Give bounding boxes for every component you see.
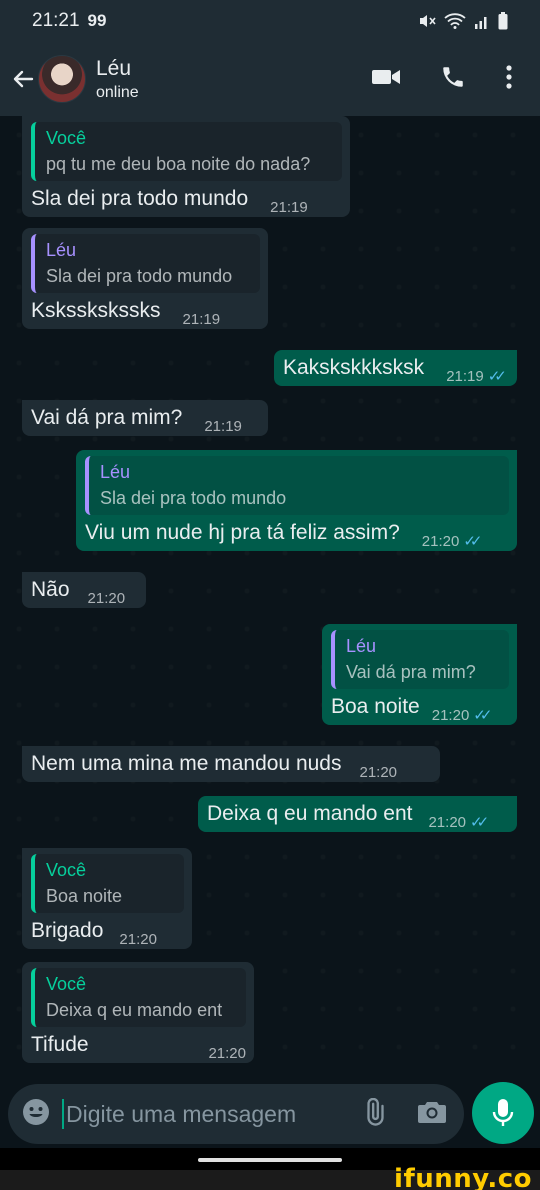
mic-button[interactable] <box>472 1082 534 1144</box>
battery-icon <box>498 12 508 30</box>
back-arrow-icon <box>13 70 34 88</box>
back-button[interactable] <box>10 66 36 92</box>
signal-icon <box>475 17 487 29</box>
message-time: 21:20 <box>208 1045 246 1062</box>
message-time: 21:19 <box>182 311 221 328</box>
phone-icon <box>443 66 463 87</box>
read-ticks-icon: ✓✓ <box>463 533 482 550</box>
quote-text: Boa noite <box>46 886 123 906</box>
contact-avatar[interactable] <box>38 55 86 103</box>
chat-messages[interactable]: Você pq tu me deu boa noite do nada? Sla… <box>0 116 540 1082</box>
quoted-message[interactable]: Léu Sla dei pra todo mundo <box>31 234 260 293</box>
voice-call-button[interactable] <box>440 64 466 95</box>
quote-author: Léu <box>100 462 131 482</box>
attach-button[interactable] <box>360 1097 388 1131</box>
chat-header: Léu online <box>0 42 540 116</box>
status-carrier-badge: 99 <box>87 11 107 30</box>
quoted-message[interactable]: Léu Vai dá pra mim? <box>331 630 509 689</box>
message-text: Sla dei pra todo mundo <box>31 187 249 210</box>
menu-dots-icon <box>506 64 512 89</box>
message-text: Deixa q eu mando ent <box>207 802 413 825</box>
message-bubble-incoming[interactable]: Nem uma mina me mandou nuds 21:20 <box>22 746 440 782</box>
menu-button[interactable] <box>506 64 512 94</box>
message-time: 21:19 <box>446 367 484 385</box>
quote-text: Sla dei pra todo mundo <box>100 488 287 508</box>
quote-author: Você <box>46 128 87 148</box>
message-input[interactable]: Digite uma mensagem <box>8 1084 464 1144</box>
read-ticks-icon: ✓✓ <box>473 707 492 724</box>
message-bubble-outgoing[interactable]: Kakskskkksksk 21:19 ✓✓ <box>274 350 517 386</box>
contact-status: online <box>96 83 139 101</box>
emoji-icon <box>23 1098 49 1125</box>
contact-name: Léu <box>96 56 132 80</box>
quoted-message[interactable]: Você Boa noite <box>31 854 184 913</box>
quoted-message[interactable]: Você Deixa q eu mando ent <box>31 968 246 1027</box>
message-time: 21:20 <box>431 706 470 724</box>
watermark: ifunny.co <box>394 1164 532 1190</box>
status-time: 21:21 <box>32 10 80 31</box>
message-bubble-outgoing[interactable]: Léu Vai dá pra mim? Boa noite 21:20 ✓✓ <box>322 624 517 725</box>
message-bubble-incoming[interactable]: Você Deixa q eu mando ent Tifude 21:20 <box>22 962 254 1063</box>
quoted-message[interactable]: Você pq tu me deu boa noite do nada? <box>31 122 342 181</box>
mic-icon <box>492 1099 514 1126</box>
wifi-icon <box>444 13 466 29</box>
message-bubble-incoming[interactable]: Não 21:20 <box>22 572 146 608</box>
message-text: Ksksskskssks <box>31 299 161 322</box>
message-bubble-incoming[interactable]: Você Boa noite Brigado 21:20 <box>22 848 192 949</box>
quote-author: Você <box>46 860 87 880</box>
message-text: Tifude <box>31 1033 89 1056</box>
status-bar: 21:21 99 <box>0 0 540 42</box>
message-text: Vai dá pra mim? <box>31 406 183 429</box>
quote-text: pq tu me deu boa noite do nada? <box>46 154 311 174</box>
message-time: 21:20 <box>119 931 157 948</box>
contact-info[interactable]: Léu online <box>96 57 139 102</box>
composer: Digite uma mensagem <box>0 1082 540 1148</box>
read-ticks-icon: ✓✓ <box>487 368 507 385</box>
quote-author: Léu <box>346 636 377 656</box>
video-call-button[interactable] <box>372 68 400 91</box>
quote-author: Léu <box>46 240 77 260</box>
camera-icon <box>418 1101 446 1123</box>
quote-text: Sla dei pra todo mundo <box>46 266 233 286</box>
message-bubble-incoming[interactable]: Léu Sla dei pra todo mundo Ksksskskssks … <box>22 228 268 329</box>
quoted-message[interactable]: Léu Sla dei pra todo mundo <box>85 456 509 515</box>
status-icons <box>418 12 508 30</box>
video-call-icon <box>372 69 400 84</box>
message-bubble-incoming[interactable]: Você pq tu me deu boa noite do nada? Sla… <box>22 116 350 217</box>
message-text: Boa noite <box>331 695 420 718</box>
message-time: 21:19 <box>204 418 242 435</box>
message-time: 21:20 <box>87 590 126 607</box>
quote-text: Vai dá pra mim? <box>346 662 476 682</box>
message-placeholder: Digite uma mensagem <box>66 1100 297 1127</box>
message-text: Brigado <box>31 919 104 942</box>
quote-text: Deixa q eu mando ent <box>46 1000 223 1020</box>
camera-button[interactable] <box>418 1100 446 1129</box>
message-bubble-incoming[interactable]: Vai dá pra mim? 21:19 <box>22 400 268 436</box>
message-time: 21:19 <box>270 199 308 216</box>
footer-strip: ifunny.co <box>0 1164 540 1190</box>
read-ticks-icon: ✓✓ <box>470 814 489 831</box>
emoji-button[interactable] <box>22 1098 50 1131</box>
message-time: 21:20 <box>359 764 398 781</box>
message-bubble-outgoing[interactable]: Deixa q eu mando ent 21:20 ✓✓ <box>198 796 517 832</box>
message-text: Viu um nude hj pra tá feliz assim? <box>85 521 400 544</box>
home-gesture-handle[interactable] <box>198 1158 342 1162</box>
message-text: Não <box>31 578 70 601</box>
quote-author: Você <box>46 974 87 994</box>
message-text: Nem uma mina me mandou nuds <box>31 752 342 775</box>
message-text: Kakskskkksksk <box>283 356 425 379</box>
message-time: 21:20 <box>428 813 467 831</box>
message-bubble-outgoing[interactable]: Léu Sla dei pra todo mundo Viu um nude h… <box>76 450 517 551</box>
text-cursor <box>62 1099 64 1129</box>
message-time: 21:20 <box>421 532 460 550</box>
attach-icon <box>367 1097 384 1126</box>
mute-icon <box>420 15 436 27</box>
